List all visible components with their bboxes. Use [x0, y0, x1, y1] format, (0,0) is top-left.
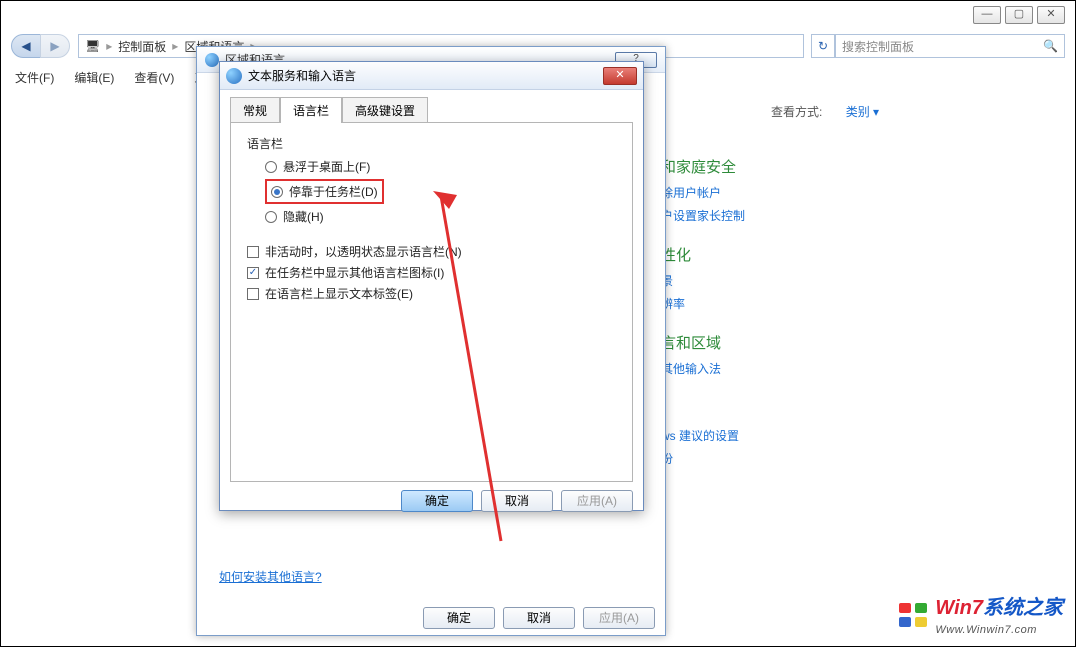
radio-float[interactable] — [265, 161, 277, 173]
link-recommend[interactable]: ws 建议的设置 — [661, 425, 749, 448]
inner-close-button[interactable]: ✕ — [603, 67, 637, 85]
search-placeholder: 搜索控制面板 — [842, 38, 914, 55]
maximize-button[interactable]: ▢ — [1005, 6, 1033, 24]
tab-language-bar[interactable]: 语言栏 — [280, 97, 342, 123]
category-personalize[interactable]: 性化 — [661, 242, 749, 271]
radio-dock-label: 停靠于任务栏(D) — [289, 183, 378, 200]
inner-titlebar[interactable]: 文本服务和输入语言 ✕ — [220, 62, 643, 90]
check-transparent-row[interactable]: 非活动时，以透明状态显示语言栏(N) — [247, 243, 616, 260]
view-category-link[interactable]: 类别 ▾ — [846, 105, 879, 119]
radio-dock-row[interactable]: 停靠于任务栏(D) — [265, 179, 616, 204]
tabstrip: 常规 语言栏 高级键设置 — [230, 96, 643, 122]
check-transparent[interactable] — [247, 246, 259, 258]
inner-button-row: 确定 取消 应用(A) — [230, 490, 633, 512]
highlight-annotation: 停靠于任务栏(D) — [265, 179, 384, 204]
close-window-button[interactable]: ✕ — [1037, 6, 1065, 24]
menu-view[interactable]: 查看(V) — [130, 67, 178, 88]
check-icons-label: 在任务栏中显示其他语言栏图标(I) — [265, 264, 444, 281]
menu-edit[interactable]: 编辑(E) — [70, 67, 118, 88]
tab-panel-language-bar: 语言栏 悬浮于桌面上(F) 停靠于任务栏(D) 隐藏(H) 非活动时，以透明状态… — [230, 122, 633, 482]
inner-title: 文本服务和输入语言 — [248, 67, 356, 84]
link-user-accounts[interactable]: 除用户帐户 — [661, 182, 749, 205]
radio-hide-label: 隐藏(H) — [283, 208, 324, 225]
inner-apply-button[interactable]: 应用(A) — [561, 490, 633, 512]
dialog-footer: 确定 取消 应用(A) — [197, 607, 655, 629]
menu-bar: 文件(F) 编辑(E) 查看(V) 工 — [11, 67, 210, 88]
inner-cancel-button[interactable]: 取消 — [481, 490, 553, 512]
watermark-brand2: 系统之家 — [983, 597, 1063, 619]
breadcrumb-1[interactable]: 控制面板 — [118, 38, 166, 55]
radio-dock[interactable] — [271, 186, 283, 198]
text-services-dialog: 文本服务和输入语言 ✕ 常规 语言栏 高级键设置 语言栏 悬浮于桌面上(F) 停… — [219, 61, 644, 511]
check-labels-row[interactable]: 在语言栏上显示文本标签(E) — [247, 285, 616, 302]
minimize-button[interactable]: — — [973, 6, 1001, 24]
inner-ok-button[interactable]: 确定 — [401, 490, 473, 512]
breadcrumb-sep: ▸ — [172, 39, 178, 53]
radio-hide-row[interactable]: 隐藏(H) — [265, 208, 616, 225]
check-icons-row[interactable]: 在任务栏中显示其他语言栏图标(I) — [247, 264, 616, 281]
radio-hide[interactable] — [265, 211, 277, 223]
link-backup[interactable]: 份 — [661, 448, 749, 471]
radio-float-label: 悬浮于桌面上(F) — [283, 158, 370, 175]
search-icon: 🔍 — [1043, 39, 1058, 53]
install-languages-link[interactable]: 如何安装其他语言? — [219, 568, 322, 585]
outer-ok-button[interactable]: 确定 — [423, 607, 495, 629]
control-panel-categories: 查看方式: 类别 ▾ 和家庭安全 除用户帐户 户设置家长控制 性化 景 辨率 言… — [661, 101, 749, 471]
search-box[interactable]: 搜索控制面板 🔍 — [835, 34, 1065, 58]
link-input-methods[interactable]: 其他输入法 — [661, 358, 749, 381]
radio-float-row[interactable]: 悬浮于桌面上(F) — [265, 158, 616, 175]
watermark-brand1: Win7 — [935, 597, 983, 619]
forward-button[interactable]: ▶ — [40, 34, 70, 58]
check-labels-label: 在语言栏上显示文本标签(E) — [265, 285, 413, 302]
cp-icon: 🖥 — [85, 39, 100, 53]
outer-cancel-button[interactable]: 取消 — [503, 607, 575, 629]
link-parental[interactable]: 户设置家长控制 — [661, 205, 749, 228]
outer-apply-button[interactable]: 应用(A) — [583, 607, 655, 629]
back-button[interactable]: ◀ — [11, 34, 41, 58]
tab-advanced[interactable]: 高级键设置 — [342, 97, 428, 123]
ime-icon — [226, 68, 242, 84]
check-labels[interactable] — [247, 288, 259, 300]
window-controls: — ▢ ✕ — [973, 6, 1065, 24]
menu-file[interactable]: 文件(F) — [11, 67, 58, 88]
link-resolution[interactable]: 辨率 — [661, 293, 749, 316]
watermark-url: Www.Winwin7.com — [935, 624, 1037, 636]
tab-general[interactable]: 常规 — [230, 97, 280, 123]
check-icons[interactable] — [247, 267, 259, 279]
refresh-button[interactable]: ↻ — [811, 34, 835, 58]
link-background[interactable]: 景 — [661, 270, 749, 293]
globe-icon — [205, 53, 219, 67]
check-transparent-label: 非活动时，以透明状态显示语言栏(N) — [265, 243, 462, 260]
category-language[interactable]: 言和区域 — [661, 330, 749, 359]
group-language-bar: 语言栏 — [247, 135, 616, 152]
category-security[interactable]: 和家庭安全 — [661, 154, 749, 183]
breadcrumb-sep: ▸ — [106, 39, 112, 53]
watermark: Win7系统之家 Www.Winwin7.com — [899, 591, 1063, 638]
view-label: 查看方式: — [771, 105, 822, 119]
windows-flag-icon — [899, 603, 927, 627]
